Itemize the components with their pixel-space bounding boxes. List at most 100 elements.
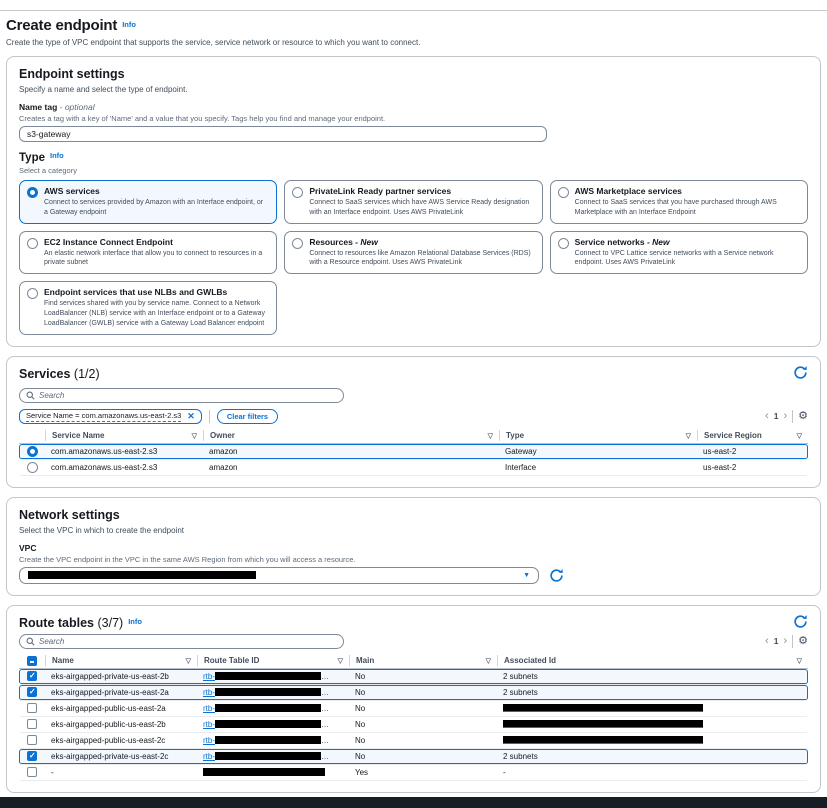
route-table-row[interactable]: eks-airgapped-public-us-east-2a rtb-… No — [19, 701, 808, 717]
vpc-refresh-button[interactable] — [549, 568, 564, 583]
route-table-id-link[interactable]: rtb- — [203, 704, 321, 713]
top-divider — [0, 10, 827, 11]
service-table-row[interactable]: com.amazonaws.us-east-2.s3 amazon Gatewa… — [19, 444, 808, 460]
column-header-owner[interactable]: Owner▽ — [203, 430, 499, 441]
route-table-id-link[interactable]: rtb- — [203, 672, 321, 681]
type-option-description: Connect to VPC Lattice service networks … — [575, 249, 799, 269]
vpc-select[interactable]: ▼ — [19, 567, 539, 584]
page-number[interactable]: 1 — [774, 411, 779, 421]
redacted-value — [503, 736, 703, 744]
radio-icon[interactable] — [558, 238, 569, 249]
type-option-card[interactable]: PrivateLink Ready partner services Conne… — [284, 180, 542, 224]
sort-icon[interactable]: ▽ — [686, 432, 691, 440]
type-option-description: Connect to SaaS services which have AWS … — [309, 198, 533, 218]
route-table-row[interactable]: - … Yes - — [19, 765, 808, 781]
service-table-row[interactable]: com.amazonaws.us-east-2.s3 amazon Interf… — [19, 460, 808, 476]
sort-icon[interactable]: ▽ — [186, 657, 191, 665]
redacted-vpc-value — [28, 571, 256, 579]
route-tables-info-link[interactable]: Info — [128, 617, 142, 626]
route-table-row[interactable]: eks-airgapped-private-us-east-2b rtb-… N… — [19, 669, 808, 685]
sort-icon[interactable]: ▽ — [488, 432, 493, 440]
prev-page-icon[interactable]: ‹ — [765, 411, 769, 422]
row-checkbox[interactable] — [27, 767, 37, 777]
type-info-link[interactable]: Info — [50, 151, 64, 160]
route-tables-search-input[interactable]: Search — [19, 634, 344, 649]
next-page-icon[interactable]: › — [783, 411, 787, 422]
route-table-id-link[interactable]: rtb- — [203, 688, 321, 697]
sort-icon[interactable]: ▽ — [797, 657, 802, 665]
route-tables-pagination: ‹ 1 › ⚙ — [765, 635, 808, 648]
row-radio[interactable] — [27, 462, 38, 473]
row-checkbox[interactable] — [27, 735, 37, 745]
column-header-service-name[interactable]: Service Name▽ — [45, 430, 203, 441]
route-tables-refresh-button[interactable] — [793, 614, 808, 629]
route-table-id-link[interactable]: rtb- — [203, 720, 321, 729]
row-checkbox[interactable] — [27, 719, 37, 729]
sort-icon[interactable]: ▽ — [338, 657, 343, 665]
services-pagination: ‹ 1 › ⚙ — [765, 410, 808, 423]
row-radio[interactable] — [27, 446, 38, 457]
filter-token-dismiss-icon[interactable]: ✕ — [187, 412, 195, 421]
column-header-associated-id[interactable]: Associated Id▽ — [497, 655, 808, 666]
network-settings-title: Network settings — [19, 508, 120, 522]
row-checkbox[interactable] — [27, 687, 37, 697]
column-header-service-region[interactable]: Service Region▽ — [697, 430, 808, 441]
refresh-icon — [549, 568, 564, 583]
route-table-id-link[interactable]: rtb- — [203, 736, 321, 745]
route-table-id-link[interactable]: rtb- — [203, 752, 321, 761]
search-placeholder: Search — [39, 637, 64, 646]
radio-icon[interactable] — [27, 288, 38, 299]
type-option-title: Endpoint services that use NLBs and GWLB… — [44, 287, 227, 297]
clear-filters-button[interactable]: Clear filters — [217, 409, 278, 424]
radio-icon[interactable] — [27, 187, 38, 198]
sort-icon[interactable]: ▽ — [797, 432, 802, 440]
sort-icon[interactable]: ▽ — [192, 432, 197, 440]
services-refresh-button[interactable] — [793, 365, 808, 380]
column-header-main[interactable]: Main▽ — [349, 655, 497, 666]
route-tables-settings-gear-icon[interactable]: ⚙ — [798, 636, 808, 647]
services-settings-gear-icon[interactable]: ⚙ — [798, 411, 808, 422]
page-number[interactable]: 1 — [774, 636, 779, 646]
services-search-input[interactable]: Search — [19, 388, 344, 403]
row-checkbox[interactable] — [27, 671, 37, 681]
type-option-card[interactable]: Resources - New Connect to resources lik… — [284, 231, 542, 275]
type-option-description: Connect to SaaS services that you have p… — [575, 198, 799, 218]
associated-id-text: - — [503, 768, 506, 777]
radio-icon[interactable] — [292, 238, 303, 249]
radio-icon[interactable] — [292, 187, 303, 198]
name-tag-input[interactable] — [19, 126, 547, 142]
column-header-type[interactable]: Type▽ — [499, 430, 697, 441]
sort-icon[interactable]: ▽ — [486, 657, 491, 665]
page-info-link[interactable]: Info — [122, 20, 136, 29]
row-checkbox[interactable] — [27, 703, 37, 713]
type-option-description: Find services shared with you by service… — [44, 299, 268, 328]
route-table-row[interactable]: eks-airgapped-private-us-east-2a rtb-… N… — [19, 685, 808, 701]
prev-page-icon[interactable]: ‹ — [765, 636, 769, 647]
type-option-card[interactable]: AWS services Connect to services provide… — [19, 180, 277, 224]
column-header-name[interactable]: Name▽ — [45, 655, 197, 666]
route-tables-table-header: Name▽ Route Table ID▽ Main▽ Associated I… — [19, 654, 808, 669]
cell-associated-id: 2 subnets — [497, 752, 808, 761]
services-card: Services (1/2) Search Service Name = com… — [6, 356, 821, 488]
select-all-checkbox[interactable] — [27, 656, 37, 666]
radio-icon[interactable] — [558, 187, 569, 198]
route-table-row[interactable]: eks-airgapped-public-us-east-2c rtb-… No — [19, 733, 808, 749]
route-table-id-link[interactable] — [203, 768, 325, 777]
type-option-card[interactable]: AWS Marketplace services Connect to SaaS… — [550, 180, 808, 224]
type-option-title: EC2 Instance Connect Endpoint — [44, 237, 173, 247]
type-option-card[interactable]: Service networks - New Connect to VPC La… — [550, 231, 808, 275]
type-option-card[interactable]: EC2 Instance Connect Endpoint An elastic… — [19, 231, 277, 275]
radio-icon[interactable] — [27, 238, 38, 249]
route-table-row[interactable]: eks-airgapped-public-us-east-2b rtb-… No — [19, 717, 808, 733]
filter-token-label: Service Name = com.amazonaws.us-east-2.s… — [26, 411, 181, 422]
services-title: Services (1/2) — [19, 367, 100, 381]
type-option-card[interactable]: Endpoint services that use NLBs and GWLB… — [19, 281, 277, 334]
column-header-route-table-id[interactable]: Route Table ID▽ — [197, 655, 349, 666]
next-page-icon[interactable]: › — [783, 636, 787, 647]
type-option-title: PrivateLink Ready partner services — [309, 186, 451, 196]
row-checkbox[interactable] — [27, 751, 37, 761]
cell-service-region: us-east-2 — [697, 447, 808, 456]
route-tables-table: Name▽ Route Table ID▽ Main▽ Associated I… — [19, 654, 808, 781]
cell-service-name: com.amazonaws.us-east-2.s3 — [45, 447, 203, 456]
route-table-row[interactable]: eks-airgapped-private-us-east-2c rtb-… N… — [19, 749, 808, 765]
